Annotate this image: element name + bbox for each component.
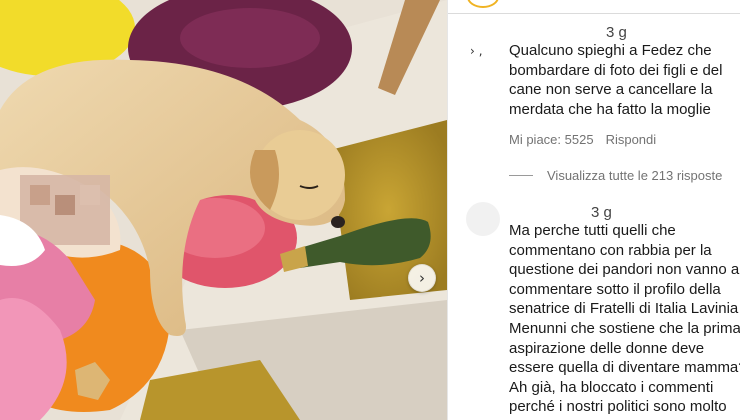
comment-text: Ma perche tutti quelli che commentano co… [509, 222, 740, 416]
reply-button[interactable]: Rispondi [606, 132, 657, 147]
photo-illustration [0, 0, 447, 420]
comment-text: Qualcuno spieghi a Fedez che bombardare … [509, 42, 723, 118]
comment-time: 3 g [591, 204, 612, 221]
post-header [448, 0, 740, 14]
view-replies-button[interactable]: Visualizza tutte le 213 risposte [509, 168, 722, 183]
divider-line [509, 175, 533, 176]
commenter-avatar[interactable]: › ‚ [470, 44, 482, 58]
commenter-avatar[interactable] [466, 202, 500, 236]
next-photo-button[interactable]: › [408, 264, 436, 292]
like-count[interactable]: Mi piace: 5525 [509, 132, 594, 147]
comment-meta: Mi piace: 5525 Rispondi [509, 132, 656, 147]
view-replies-label: Visualizza tutte le 213 risposte [547, 168, 723, 183]
comments-panel: › ‚ 3 g Qualcuno spieghi a Fedez che bom… [447, 0, 740, 420]
post-photo: › [0, 0, 447, 420]
chevron-right-icon: › [419, 269, 425, 287]
author-avatar[interactable] [467, 0, 499, 8]
comment-time: 3 g [606, 24, 627, 41]
